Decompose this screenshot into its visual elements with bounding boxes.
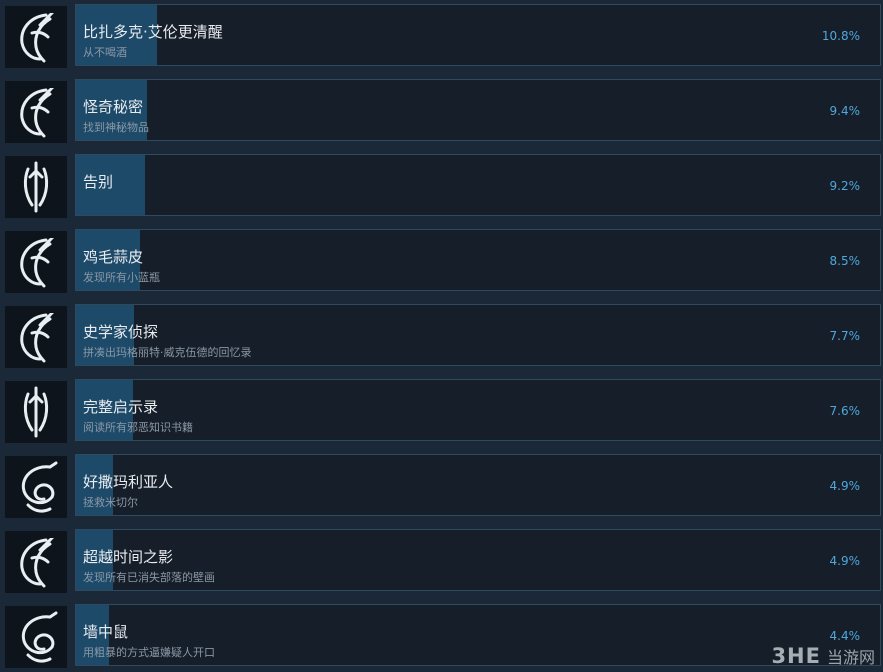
spire-sigil-icon — [5, 156, 67, 218]
achievement-panel: 完整启示录阅读所有邪恶知识书籍 7.6% — [75, 379, 881, 441]
claw-sigil-icon — [5, 231, 67, 293]
achievement-row[interactable]: 比扎多克·艾伦更清醒从不喝酒 10.8% — [0, 4, 883, 70]
serpent-sigil-icon — [5, 606, 67, 668]
spire-sigil-icon — [5, 381, 67, 443]
achievement-title: 比扎多克·艾伦更清醒 — [83, 23, 223, 41]
unlock-percentage: 8.5% — [829, 254, 861, 268]
watermark: 3HE 当游网 — [771, 644, 875, 668]
unlock-percentage: 10.8% — [821, 29, 860, 43]
achievement-panel: 好撒玛利亚人拯救米切尔 4.9% — [75, 454, 881, 516]
achievement-panel: 怪奇秘密找到神秘物品 9.4% — [75, 79, 881, 141]
achievement-title: 墙中鼠 — [83, 623, 129, 641]
achievement-title: 好撒玛利亚人 — [83, 473, 174, 491]
achievement-description: 发现所有已消失部落的壁画 — [83, 571, 215, 584]
unlock-percentage: 9.4% — [829, 104, 861, 118]
unlock-percentage: 4.4% — [829, 629, 861, 643]
unlock-percentage: 7.7% — [829, 329, 861, 343]
achievement-panel: 超越时间之影发现所有已消失部落的壁画 4.9% — [75, 529, 881, 591]
achievement-description: 拯救米切尔 — [83, 496, 138, 509]
unlock-percentage: 4.9% — [829, 554, 861, 568]
achievement-title: 鸡毛蒜皮 — [83, 248, 144, 266]
achievement-title: 史学家侦探 — [83, 323, 159, 341]
achievement-row[interactable]: 鸡毛蒜皮发现所有小蓝瓶 8.5% — [0, 229, 883, 295]
achievement-description: 阅读所有邪恶知识书籍 — [83, 421, 193, 434]
achievement-panel: 比扎多克·艾伦更清醒从不喝酒 10.8% — [75, 4, 881, 66]
achievement-panel: 鸡毛蒜皮发现所有小蓝瓶 8.5% — [75, 229, 881, 291]
achievement-title: 告别 — [83, 173, 114, 191]
achievement-panel: 告别 9.2% — [75, 154, 881, 216]
claw-sigil-icon — [5, 531, 67, 593]
achievement-row[interactable]: 好撒玛利亚人拯救米切尔 4.9% — [0, 454, 883, 520]
watermark-text: 当游网 — [826, 648, 875, 667]
achievement-row[interactable]: 完整启示录阅读所有邪恶知识书籍 7.6% — [0, 379, 883, 445]
achievement-description: 发现所有小蓝瓶 — [83, 271, 160, 284]
unlock-percentage: 7.6% — [829, 404, 861, 418]
serpent-sigil-icon — [5, 456, 67, 518]
achievement-panel: 墙中鼠用粗暴的方式逼嫌疑人开口 4.4% — [75, 604, 881, 666]
achievement-panel: 史学家侦探拼凑出玛格丽特·威克伍德的回忆录 7.7% — [75, 304, 881, 366]
achievement-title: 超越时间之影 — [83, 548, 174, 566]
achievement-description: 拼凑出玛格丽特·威克伍德的回忆录 — [83, 346, 252, 359]
achievement-description: 用粗暴的方式逼嫌疑人开口 — [83, 646, 215, 659]
watermark-logo: 3HE — [771, 644, 821, 668]
claw-sigil-icon — [5, 6, 67, 68]
unlock-percentage: 4.9% — [829, 479, 861, 493]
achievement-title: 完整启示录 — [83, 398, 159, 416]
achievement-row[interactable]: 怪奇秘密找到神秘物品 9.4% — [0, 79, 883, 145]
claw-sigil-icon — [5, 81, 67, 143]
unlock-percentage: 9.2% — [829, 179, 861, 193]
achievement-row[interactable]: 告别 9.2% — [0, 154, 883, 220]
achievement-description: 找到神秘物品 — [83, 121, 149, 134]
achievement-title: 怪奇秘密 — [83, 98, 144, 116]
achievement-row[interactable]: 墙中鼠用粗暴的方式逼嫌疑人开口 4.4% — [0, 604, 883, 670]
claw-sigil-icon — [5, 306, 67, 368]
achievement-row[interactable]: 史学家侦探拼凑出玛格丽特·威克伍德的回忆录 7.7% — [0, 304, 883, 370]
achievement-row[interactable]: 超越时间之影发现所有已消失部落的壁画 4.9% — [0, 529, 883, 595]
achievement-description: 从不喝酒 — [83, 46, 127, 59]
